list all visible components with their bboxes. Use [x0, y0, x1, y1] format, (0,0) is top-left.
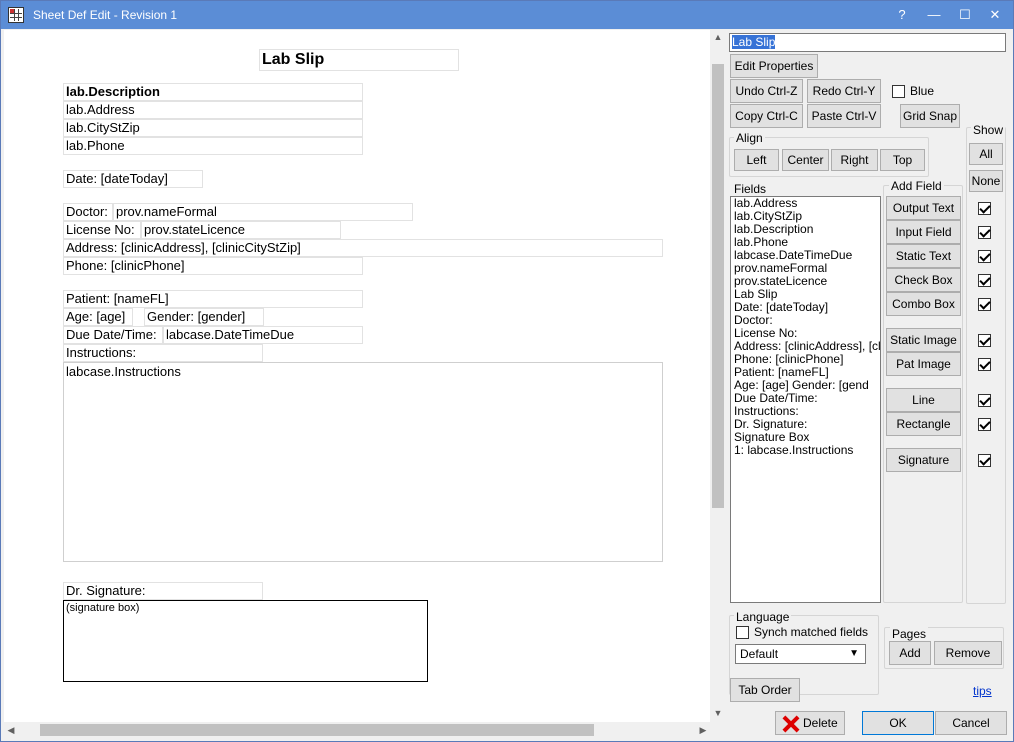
- close-button[interactable]: ✕: [980, 5, 1010, 25]
- scroll-left-icon[interactable]: ◀: [4, 722, 18, 738]
- synch-matched-checkbox[interactable]: [736, 626, 749, 639]
- field-license-value[interactable]: prov.stateLicence: [141, 221, 341, 239]
- field-age[interactable]: Age: [age]: [63, 308, 133, 326]
- scroll-up-icon[interactable]: ▲: [710, 30, 726, 44]
- show-group-label: Show: [971, 123, 1006, 137]
- sheet-def-edit-window: Sheet Def Edit - Revision 1 ? — ☐ ✕ Lab …: [0, 0, 1014, 742]
- field-date[interactable]: Date: [dateToday]: [63, 170, 203, 188]
- pat-image-button[interactable]: Pat Image: [886, 352, 961, 376]
- undo-button[interactable]: Undo Ctrl-Z: [730, 79, 803, 103]
- paste-button[interactable]: Paste Ctrl-V: [807, 104, 881, 128]
- red-x-delete-icon: [782, 715, 800, 733]
- copy-button[interactable]: Copy Ctrl-C: [730, 104, 803, 128]
- delete-button-label: Delete: [803, 716, 838, 730]
- check-box-button[interactable]: Check Box: [886, 268, 961, 292]
- combo-box-button[interactable]: Combo Box: [886, 292, 961, 316]
- static-image-button[interactable]: Static Image: [886, 328, 961, 352]
- field-dr-signature[interactable]: Dr. Signature:: [63, 582, 263, 600]
- field-title[interactable]: Lab Slip: [259, 49, 459, 71]
- align-top-button[interactable]: Top: [880, 149, 925, 171]
- minimize-button[interactable]: —: [919, 5, 949, 25]
- remove-page-button[interactable]: Remove: [934, 641, 1002, 665]
- show-static-image-checkbox[interactable]: [978, 334, 991, 347]
- signature-box[interactable]: (signature box): [63, 600, 428, 682]
- field-gender[interactable]: Gender: [gender]: [144, 308, 264, 326]
- field-patient[interactable]: Patient: [nameFL]: [63, 290, 363, 308]
- fields-listbox[interactable]: lab.Address lab.CityStZip lab.Descriptio…: [730, 196, 881, 603]
- help-button[interactable]: ?: [887, 5, 917, 25]
- show-all-button[interactable]: All: [969, 143, 1003, 165]
- tips-link[interactable]: tips: [973, 684, 992, 698]
- pages-group-label: Pages: [890, 627, 929, 641]
- show-signature-checkbox[interactable]: [978, 454, 991, 467]
- field-doctor-value[interactable]: prov.nameFormal: [113, 203, 413, 221]
- add-field-group-label: Add Field: [889, 179, 944, 193]
- show-combo-box-checkbox[interactable]: [978, 298, 991, 311]
- field-due-value[interactable]: labcase.DateTimeDue: [163, 326, 363, 344]
- language-group-label: Language: [734, 610, 792, 624]
- cancel-button[interactable]: Cancel: [935, 711, 1007, 735]
- field-lab-citystzip[interactable]: lab.CityStZip: [63, 119, 363, 137]
- align-center-button[interactable]: Center: [782, 149, 829, 171]
- window-title: Sheet Def Edit - Revision 1: [33, 8, 178, 22]
- language-selected-value: Default: [740, 647, 779, 661]
- show-static-text-checkbox[interactable]: [978, 250, 991, 263]
- synch-matched-label: Synch matched fields: [754, 625, 869, 639]
- add-page-button[interactable]: Add: [889, 641, 931, 665]
- field-doctor-label[interactable]: Doctor:: [63, 203, 113, 221]
- delete-button[interactable]: Delete: [775, 711, 845, 735]
- language-select[interactable]: Default ▼: [735, 644, 866, 664]
- scroll-right-icon[interactable]: ▶: [696, 722, 710, 738]
- scroll-down-icon[interactable]: ▼: [710, 706, 726, 720]
- fields-label: Fields: [734, 182, 767, 196]
- field-instructions-label[interactable]: Instructions:: [63, 344, 263, 362]
- field-license-label[interactable]: License No:: [63, 221, 141, 239]
- list-item[interactable]: 1: labcase.Instructions: [731, 444, 880, 457]
- align-right-button[interactable]: Right: [831, 149, 878, 171]
- input-field-button[interactable]: Input Field: [886, 220, 961, 244]
- field-instructions-box[interactable]: labcase.Instructions: [63, 362, 663, 562]
- tab-order-button[interactable]: Tab Order: [730, 678, 800, 702]
- maximize-button[interactable]: ☐: [950, 5, 980, 25]
- sheet-name-selected-text: Lab Slip: [732, 35, 776, 49]
- show-check-box-checkbox[interactable]: [978, 274, 991, 287]
- ok-button[interactable]: OK: [862, 711, 934, 735]
- field-phone[interactable]: Phone: [clinicPhone]: [63, 257, 363, 275]
- show-rectangle-checkbox[interactable]: [978, 418, 991, 431]
- show-line-checkbox[interactable]: [978, 394, 991, 407]
- field-lab-address[interactable]: lab.Address: [63, 101, 363, 119]
- show-input-field-checkbox[interactable]: [978, 226, 991, 239]
- field-address[interactable]: Address: [clinicAddress], [clinicCityStZ…: [63, 239, 663, 257]
- rectangle-button[interactable]: Rectangle: [886, 412, 961, 436]
- title-bar: Sheet Def Edit - Revision 1 ? — ☐ ✕: [1, 1, 1013, 29]
- line-button[interactable]: Line: [886, 388, 961, 412]
- chevron-down-icon: ▼: [849, 648, 859, 659]
- sheet-canvas[interactable]: Lab Slip lab.Description lab.Address lab…: [4, 30, 710, 722]
- blue-label: Blue: [910, 84, 935, 98]
- align-left-button[interactable]: Left: [734, 149, 779, 171]
- vertical-scroll-thumb[interactable]: [712, 64, 724, 508]
- field-due-label[interactable]: Due Date/Time:: [63, 326, 163, 344]
- field-lab-description[interactable]: lab.Description: [63, 83, 363, 101]
- blue-checkbox[interactable]: [892, 85, 905, 98]
- sheet-name-input[interactable]: Lab Slip: [729, 33, 1006, 52]
- canvas-horizontal-scrollbar[interactable]: ◀ ▶: [4, 722, 710, 738]
- edit-properties-button[interactable]: Edit Properties: [730, 54, 818, 78]
- field-lab-phone[interactable]: lab.Phone: [63, 137, 363, 155]
- redo-button[interactable]: Redo Ctrl-Y: [807, 79, 881, 103]
- canvas-vertical-scrollbar[interactable]: ▲ ▼: [710, 30, 726, 722]
- show-none-button[interactable]: None: [969, 170, 1003, 192]
- control-panel: Lab Slip Edit Properties Undo Ctrl-Z Red…: [726, 30, 1013, 740]
- grid-snap-button[interactable]: Grid Snap: [900, 104, 960, 128]
- signature-button[interactable]: Signature: [886, 448, 961, 472]
- align-group-label: Align: [734, 131, 765, 145]
- static-text-button[interactable]: Static Text: [886, 244, 961, 268]
- show-output-text-checkbox[interactable]: [978, 202, 991, 215]
- app-grid-icon: [8, 7, 24, 23]
- show-pat-image-checkbox[interactable]: [978, 358, 991, 371]
- output-text-button[interactable]: Output Text: [886, 196, 961, 220]
- horizontal-scroll-thumb[interactable]: [40, 724, 594, 736]
